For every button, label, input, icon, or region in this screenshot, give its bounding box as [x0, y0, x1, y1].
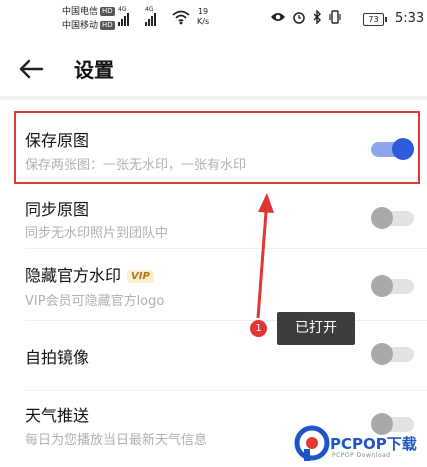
site-watermark: PCPOP下载 PCPOP Download — [294, 425, 424, 465]
watermark-brand: PCPOP下载 — [330, 435, 417, 453]
annotation-arrow — [256, 193, 274, 319]
pcpop-logo-icon — [294, 425, 330, 461]
step-number-badge: 1 — [250, 320, 267, 337]
callout-label: 已打开 — [277, 312, 355, 345]
watermark-sub: PCPOP Download — [332, 452, 391, 459]
